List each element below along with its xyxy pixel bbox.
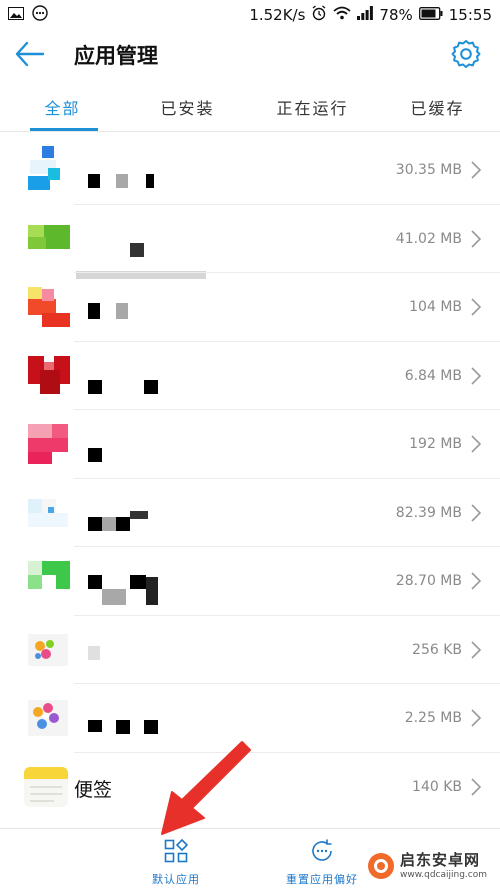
back-button[interactable] bbox=[14, 40, 46, 68]
page-title: 应用管理 bbox=[74, 44, 158, 68]
redaction bbox=[88, 303, 100, 319]
tab-bar: 全部 已安装 正在运行 已缓存 bbox=[0, 86, 500, 128]
redaction bbox=[116, 303, 128, 319]
redaction bbox=[88, 448, 102, 462]
app-icon bbox=[24, 489, 72, 537]
chevron-right-icon bbox=[471, 298, 482, 316]
clock: 15:55 bbox=[448, 6, 492, 24]
network-speed: 1.52K/s bbox=[249, 6, 306, 24]
chevron-right-icon bbox=[471, 640, 482, 659]
redaction bbox=[146, 577, 158, 605]
chevron-right-icon bbox=[471, 709, 482, 727]
redaction bbox=[88, 379, 102, 394]
status-bar: 1.52K/s 78% 15:55 bbox=[0, 0, 500, 30]
app-size: 28.70 MB bbox=[395, 573, 462, 589]
app-icon bbox=[24, 352, 72, 400]
notes-app-icon bbox=[24, 763, 72, 811]
app-size: 256 KB bbox=[412, 641, 462, 658]
app-icon bbox=[24, 557, 72, 605]
redaction bbox=[102, 589, 126, 605]
battery-icon bbox=[418, 6, 443, 24]
chevron-right-icon bbox=[471, 229, 482, 248]
redaction bbox=[116, 174, 128, 188]
app-icon bbox=[24, 694, 72, 742]
arrow-left-icon bbox=[15, 41, 45, 67]
app-icon bbox=[24, 626, 72, 674]
watermark: 启东安卓网 www.qdcaijing.com bbox=[366, 849, 494, 885]
app-icon bbox=[24, 215, 72, 263]
more-notification-icon bbox=[32, 5, 48, 25]
app-size: 192 MB bbox=[409, 436, 462, 452]
redaction bbox=[130, 575, 146, 589]
redaction bbox=[144, 720, 158, 734]
chevron-right-icon bbox=[471, 435, 482, 453]
chevron-right-icon bbox=[471, 366, 482, 385]
app-name: 便签 bbox=[74, 778, 113, 801]
tab-cached[interactable]: 已缓存 bbox=[375, 86, 500, 128]
app-size: 2.25 MB bbox=[404, 710, 462, 726]
redaction bbox=[130, 510, 148, 519]
alarm-icon bbox=[311, 5, 327, 25]
red-arrow-icon bbox=[161, 741, 251, 835]
redaction bbox=[144, 379, 158, 394]
watermark-url: www.qdcaijing.com bbox=[400, 870, 488, 880]
app-row[interactable]: 104 MB bbox=[0, 273, 500, 342]
chevron-right-icon bbox=[471, 503, 482, 522]
app-size: 30.35 MB bbox=[395, 162, 462, 178]
redaction bbox=[88, 575, 102, 589]
app-icon bbox=[24, 146, 72, 194]
app-row[interactable]: 256 KB bbox=[0, 616, 500, 684]
reset-app-preferences-button[interactable]: 重置应用偏好 bbox=[262, 835, 382, 887]
redaction bbox=[88, 174, 100, 188]
app-row[interactable]: 30.35 MB bbox=[0, 136, 500, 205]
default-apps-label: 默认应用 bbox=[152, 873, 200, 886]
default-apps-button[interactable]: 默认应用 bbox=[116, 835, 236, 887]
app-row[interactable]: 41.02 MB bbox=[0, 205, 500, 279]
app-row[interactable]: 28.70 MB bbox=[0, 547, 500, 616]
app-size: 82.39 MB bbox=[395, 504, 462, 521]
tab-all[interactable]: 全部 bbox=[0, 86, 125, 128]
tab-running[interactable]: 正在运行 bbox=[250, 86, 375, 128]
watermark-logo-icon bbox=[368, 853, 394, 879]
divider bbox=[0, 131, 500, 132]
redaction bbox=[88, 720, 102, 732]
settings-button[interactable] bbox=[450, 38, 482, 70]
battery-percent: 78% bbox=[379, 6, 413, 24]
redaction bbox=[130, 242, 144, 257]
gear-icon bbox=[451, 40, 481, 68]
app-row[interactable]: 82.39 MB bbox=[0, 479, 500, 547]
redaction bbox=[116, 516, 130, 531]
redaction bbox=[116, 720, 130, 734]
wifi-icon bbox=[333, 6, 352, 24]
app-header: 应用管理 bbox=[0, 30, 500, 78]
reset-app-preferences-label: 重置应用偏好 bbox=[286, 873, 358, 886]
app-row[interactable]: 192 MB bbox=[0, 410, 500, 479]
redaction bbox=[146, 174, 154, 188]
app-icon bbox=[24, 420, 72, 468]
app-size: 6.84 MB bbox=[404, 367, 462, 384]
app-size: 41.02 MB bbox=[395, 230, 462, 247]
app-size: 104 MB bbox=[409, 299, 462, 315]
chevron-right-icon bbox=[471, 161, 482, 179]
chevron-right-icon bbox=[471, 572, 482, 590]
grid-apps-icon bbox=[164, 839, 188, 863]
image-notification-icon bbox=[8, 6, 24, 24]
app-icon bbox=[24, 283, 72, 331]
chevron-right-icon bbox=[471, 777, 482, 796]
redaction bbox=[88, 645, 100, 660]
watermark-brand: 启东安卓网 bbox=[400, 851, 481, 869]
redaction bbox=[88, 516, 102, 531]
app-size: 140 KB bbox=[412, 778, 462, 795]
signal-icon bbox=[357, 6, 374, 24]
tab-installed[interactable]: 已安装 bbox=[125, 86, 250, 128]
reset-icon bbox=[312, 839, 332, 861]
app-row[interactable]: 6.84 MB bbox=[0, 342, 500, 410]
redaction bbox=[102, 516, 116, 531]
